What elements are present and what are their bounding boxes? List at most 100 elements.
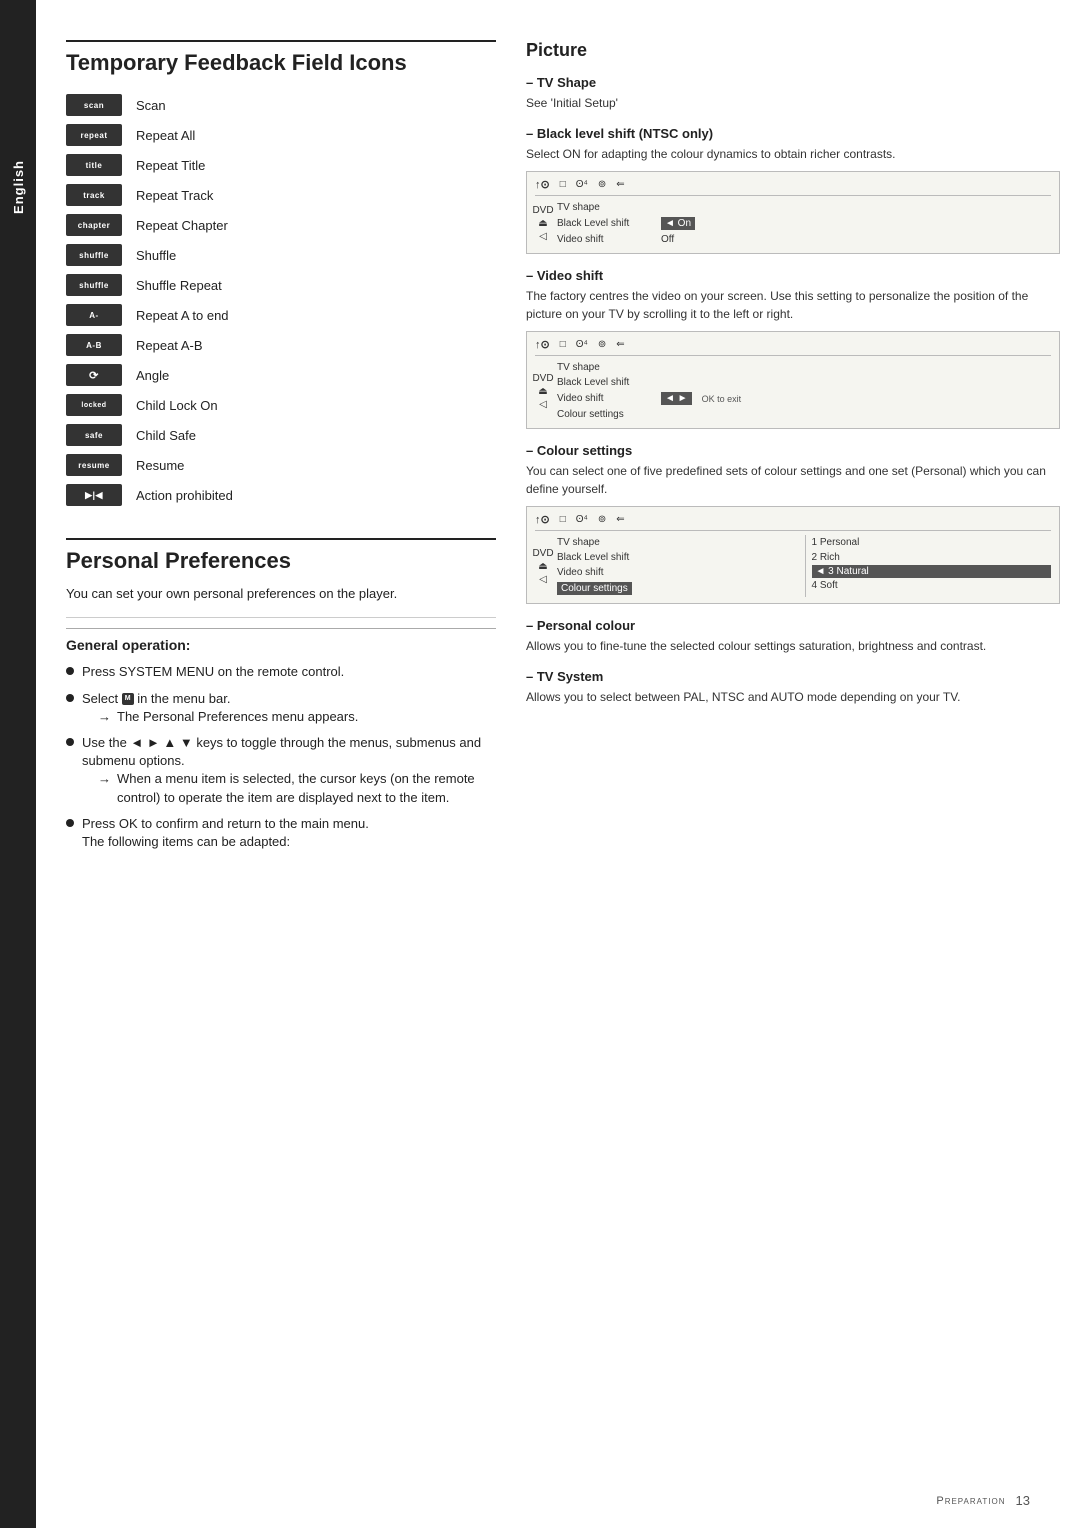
menu-row-value: ◄ On: [661, 217, 695, 230]
menu-body: DVD ⏏ ◁ TV shape Black Level shift ◄ On: [535, 200, 1051, 247]
menu-body: DVD ⏏ ◁ TV shape Black Level shift: [535, 360, 1051, 422]
list-item: A- Repeat A to end: [66, 302, 496, 328]
list-item: chapter Repeat Chapter: [66, 212, 496, 238]
personal-pref-title: Personal Preferences: [66, 538, 496, 574]
main-content: Temporary Feedback Field Icons scan Scan…: [36, 0, 1080, 1528]
bullet-dot: [66, 819, 74, 827]
menu-row-label-highlighted: Colour settings: [557, 582, 632, 595]
list-item: Press OK to confirm and return to the ma…: [66, 815, 496, 851]
menu-row: Colour settings: [557, 580, 797, 597]
dvd-icon: DVD: [532, 548, 553, 559]
menu-option-row: ◄ 3 Natural: [812, 565, 1052, 578]
tv-shape-heading: TV Shape: [526, 75, 1060, 90]
menu-row: Black Level shift: [557, 550, 797, 565]
menu-header-col1: □: [560, 514, 566, 525]
icon-repeat: repeat: [66, 124, 122, 146]
menu-header-col1: □: [560, 339, 566, 350]
icon-angle: ⟳: [66, 364, 122, 386]
menu-header-col4: ⇐: [616, 339, 624, 350]
menu-header-icon: ↑⊙: [535, 338, 550, 351]
menu-row-label: Video shift: [557, 567, 657, 578]
icon-locked: locked: [66, 394, 122, 416]
menu-row-label: Colour settings: [557, 409, 657, 420]
icon-chapter: chapter: [66, 214, 122, 236]
icon-track: track: [66, 184, 122, 206]
bullet-text: Select M in the menu bar. → The Personal…: [82, 690, 358, 726]
picture-title: Picture: [526, 40, 1060, 61]
icon-label-resume: Resume: [136, 458, 184, 473]
menu-row: TV shape: [557, 535, 797, 550]
icon-label-prohibited: Action prohibited: [136, 488, 233, 503]
menu-row: TV shape: [557, 200, 1051, 215]
tv-system-body: Allows you to select between PAL, NTSC a…: [526, 688, 1060, 706]
menu-side-icons: DVD ⏏ ◁: [535, 360, 551, 422]
bullet-dot: [66, 667, 74, 675]
dvd-icon: DVD: [532, 205, 553, 216]
video-shift-heading: Video shift: [526, 268, 1060, 283]
colour-heading: Colour settings: [526, 443, 1060, 458]
menu-row-label: Black Level shift: [557, 552, 657, 563]
menu-header-col1: □: [560, 179, 566, 190]
menu-icon-badge: M: [122, 693, 134, 705]
eject-icon: ⏏: [538, 386, 547, 397]
footer-page-number: 13: [1016, 1493, 1030, 1508]
menu-row-label: Black Level shift: [557, 218, 657, 229]
personal-colour-heading: Personal colour: [526, 618, 1060, 633]
icons-list: scan Scan repeat Repeat All title Repeat…: [66, 92, 496, 508]
sub-text: The Personal Preferences menu appears.: [117, 708, 358, 726]
icon-shuffle: shuffle: [66, 244, 122, 266]
menu-header: ↑⊙ □ ʘ⁴ ⊚ ⇐: [535, 338, 1051, 356]
list-item: scan Scan: [66, 92, 496, 118]
menu-row: Video shift ◄ ► OK to exit: [557, 390, 1051, 407]
icon-label-repeat-track: Repeat Track: [136, 188, 213, 203]
menu-row: Colour settings: [557, 407, 1051, 422]
icon-scan: scan: [66, 94, 122, 116]
tv-shape-body: See 'Initial Setup': [526, 94, 1060, 112]
footer-label: Preparation: [936, 1495, 1005, 1507]
menu-rows: TV shape Black Level shift ◄ On Video sh…: [557, 200, 1051, 247]
menu-row-label: Video shift: [557, 234, 657, 245]
icon-label-shuffle: Shuffle: [136, 248, 176, 263]
list-item: repeat Repeat All: [66, 122, 496, 148]
colour-menu-mock: ↑⊙ □ ʘ⁴ ⊚ ⇐ DVD ⏏ ◁: [526, 506, 1060, 604]
menu-row-label: Black Level shift: [557, 377, 657, 388]
menu-row: Black Level shift: [557, 375, 1051, 390]
menu-row-value: ◄ ►: [661, 392, 692, 405]
arrow-icon: →: [98, 708, 111, 726]
side-tab: English: [0, 0, 36, 1528]
list-item: Select M in the menu bar. → The Personal…: [66, 690, 496, 726]
bullet-text: Press SYSTEM MENU on the remote control.: [82, 663, 344, 681]
bullet-text: Use the ◄ ► ▲ ▼ keys to toggle through t…: [82, 734, 496, 807]
left-column: Temporary Feedback Field Icons scan Scan…: [66, 40, 496, 1488]
back-icon: ◁: [539, 399, 547, 410]
tv-system-heading: TV System: [526, 669, 1060, 684]
icon-label-child-lock: Child Lock On: [136, 398, 218, 413]
list-item: resume Resume: [66, 452, 496, 478]
menu-header-col3: ⊚: [598, 339, 606, 350]
list-item: Press SYSTEM MENU on the remote control.: [66, 663, 496, 681]
right-column: Picture TV Shape See 'Initial Setup' Bla…: [526, 40, 1060, 1488]
pref-intro-text: You can set your own personal preference…: [66, 586, 496, 601]
video-shift-menu-mock: ↑⊙ □ ʘ⁴ ⊚ ⇐ DVD ⏏ ◁: [526, 331, 1060, 429]
list-item: A-B Repeat A-B: [66, 332, 496, 358]
menu-row: Video shift Off: [557, 232, 1051, 247]
menu-header: ↑⊙ □ ʘ⁴ ⊚ ⇐: [535, 178, 1051, 196]
personal-colour-body: Allows you to fine-tune the selected col…: [526, 637, 1060, 655]
menu-header-col2: ʘ⁴: [576, 339, 588, 350]
menu-row-label: Video shift: [557, 393, 657, 404]
bullet-dot: [66, 738, 74, 746]
black-level-menu-mock: ↑⊙ □ ʘ⁴ ⊚ ⇐ DVD ⏏ ◁: [526, 171, 1060, 254]
menu-header: ↑⊙ □ ʘ⁴ ⊚ ⇐: [535, 513, 1051, 531]
menu-right: 1 Personal 2 Rich ◄ 3 Natural 4 Soft: [805, 535, 1052, 597]
video-shift-body: The factory centres the video on your sc…: [526, 287, 1060, 323]
picture-section: Picture TV Shape See 'Initial Setup' Bla…: [526, 40, 1060, 706]
icon-a-end: A-: [66, 304, 122, 326]
menu-header-col2: ʘ⁴: [576, 179, 588, 190]
general-op-title: General operation:: [66, 628, 496, 653]
icon-label-shuffle-repeat: Shuffle Repeat: [136, 278, 222, 293]
menu-option-row: 4 Soft: [812, 578, 1052, 593]
menu-rows: TV shape Black Level shift Video shift C…: [557, 535, 1051, 597]
icon-safe: safe: [66, 424, 122, 446]
menu-body: DVD ⏏ ◁ TV shape Black Level shift: [535, 535, 1051, 597]
menu-header-col3: ⊚: [598, 514, 606, 525]
